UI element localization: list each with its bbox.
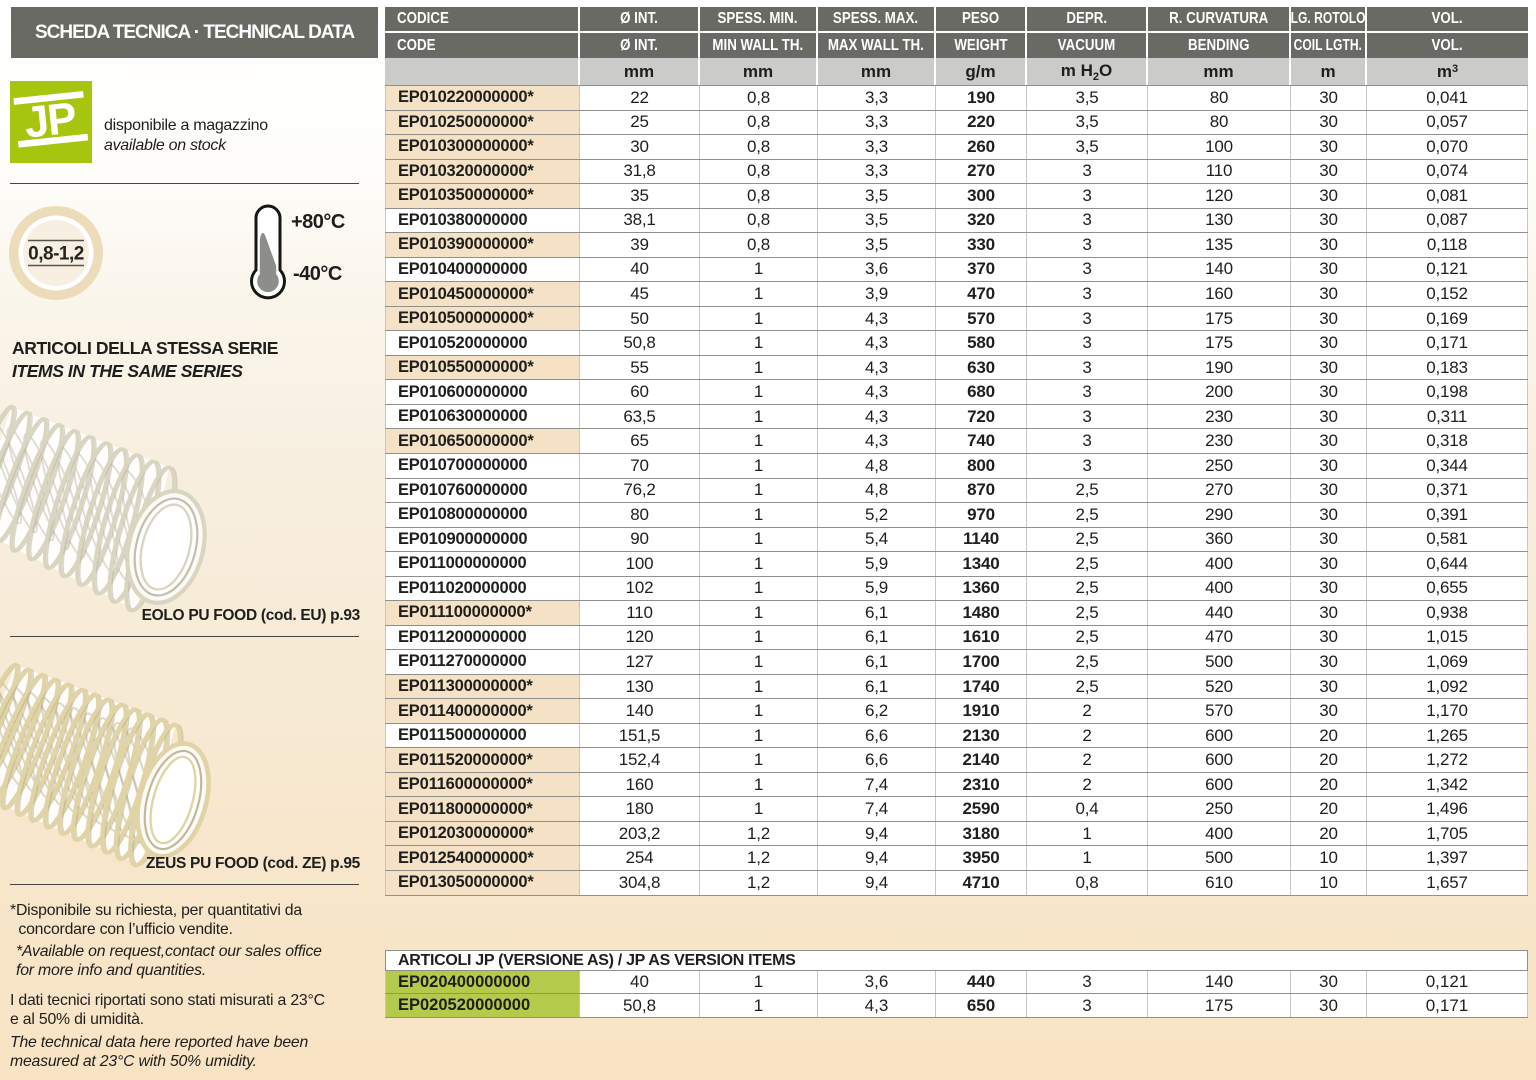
svg-text:0,8-1,2: 0,8-1,2 bbox=[28, 244, 84, 265]
svg-text:JP: JP bbox=[22, 94, 78, 148]
